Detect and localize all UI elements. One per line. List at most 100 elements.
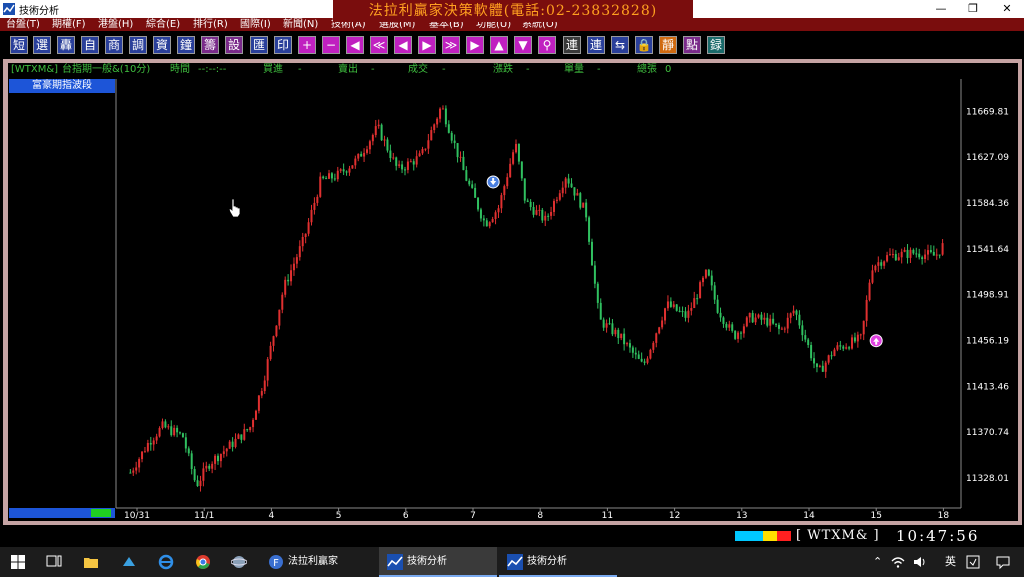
toolbar-data-button[interactable]: 資 — [153, 36, 171, 54]
candle-body — [929, 250, 932, 252]
ferrari-app-icon: F — [269, 555, 283, 569]
toolbar-signal-button[interactable]: 轟 — [57, 36, 75, 54]
file-explorer-icon[interactable] — [83, 554, 99, 570]
toolbar-clock-button[interactable]: 鐘 — [177, 36, 195, 54]
candle-body — [482, 218, 485, 221]
toolbar-zoom-out-button[interactable]: − — [322, 36, 340, 54]
candle-body — [874, 265, 877, 271]
toolbar-export-button[interactable]: 匯 — [250, 36, 268, 54]
candle-body — [900, 251, 903, 258]
svg-text:F: F — [273, 558, 279, 569]
candle-body — [281, 294, 284, 310]
toolbar-link-button[interactable]: 連 — [563, 36, 581, 54]
time-tick-label: 10/31 — [124, 511, 150, 521]
close-button[interactable]: ✕ — [992, 0, 1022, 18]
candle-body — [222, 451, 225, 454]
menu-ranking[interactable]: 排行(R) — [193, 18, 228, 31]
candle-body — [313, 202, 316, 210]
candlestick-chart[interactable]: 11669.81 11627.09 11584.36 11541.64 11498.91… — [8, 63, 1018, 521]
toolbar-link2-button[interactable]: 連 — [587, 36, 605, 54]
toolbar-step-right-button[interactable]: ▶ — [418, 36, 436, 54]
menu-futures-options[interactable]: 期權(F) — [52, 18, 86, 31]
candle-body — [780, 328, 783, 330]
candle-body — [713, 285, 716, 300]
toolbar-down-button[interactable]: ▼ — [514, 36, 532, 54]
candle-body — [345, 171, 348, 173]
toolbar-short-button[interactable]: 短 — [10, 36, 28, 54]
notification-icon[interactable] — [995, 554, 1011, 570]
toolbar-custom-button[interactable]: 自 — [81, 36, 99, 54]
toolbar-step-left-button[interactable]: ◀ — [394, 36, 412, 54]
chart-panel[interactable]: [WTXM&] 台指期一般&(10分) 時間 --:--:-- 買進 - 賣出 … — [8, 63, 1018, 521]
toolbar-print-button[interactable]: 印 — [274, 36, 292, 54]
menu-taiwan[interactable]: 台盤(T) — [6, 18, 40, 31]
minimize-button[interactable]: — — [926, 0, 956, 18]
toolbar-lock-button[interactable]: 🔒 — [635, 36, 653, 54]
toolbar-chips-button[interactable]: 籌 — [201, 36, 219, 54]
toolbar-record-button[interactable]: 録 — [707, 36, 725, 54]
menu-news[interactable]: 新聞(N) — [283, 18, 318, 31]
toolbar-zoom-in-button[interactable]: + — [298, 36, 316, 54]
toolbar-settings-button[interactable]: 設 — [225, 36, 243, 54]
chrome-icon[interactable] — [195, 554, 211, 570]
wifi-icon[interactable] — [890, 554, 906, 570]
toolbar-commodity-button[interactable]: 商 — [105, 36, 123, 54]
price-tick-label: 11584.36 — [966, 199, 1009, 209]
candle-body — [813, 358, 816, 364]
toolbar-static-button[interactable]: 靜 — [659, 36, 677, 54]
toolbar-up-button[interactable]: ▲ — [490, 36, 508, 54]
volume-icon[interactable] — [912, 554, 928, 570]
indicator-selector-bar[interactable] — [9, 508, 115, 518]
candle-body — [208, 465, 211, 469]
candle-body — [739, 332, 742, 334]
internet-explorer-icon[interactable] — [158, 554, 174, 570]
menu-hongkong[interactable]: 港盤(H) — [98, 18, 133, 31]
toolbar-search-button[interactable]: ⚲ — [538, 36, 556, 54]
browser-icon[interactable] — [231, 554, 247, 570]
candle-body — [243, 429, 246, 440]
candle-body — [877, 262, 880, 266]
candle-body — [401, 164, 404, 170]
sell-signal-icon[interactable] — [486, 175, 500, 189]
toolbar-fast-right-button[interactable]: ≫ — [442, 36, 460, 54]
app-shortcut-icon[interactable] — [121, 554, 137, 570]
menu-international[interactable]: 國際(I) — [240, 18, 271, 31]
candle-body — [888, 254, 891, 256]
candle-body — [497, 208, 500, 213]
toolbar-right-button[interactable]: ▶ — [466, 36, 484, 54]
buy-signal-icon[interactable] — [869, 334, 883, 348]
candle-body — [535, 210, 538, 215]
input-method-icon[interactable] — [965, 554, 981, 570]
menu-composite[interactable]: 綜合(E) — [146, 18, 180, 31]
taskbar-item-tech-analysis[interactable]: 技術分析 — [499, 547, 617, 577]
toolbar-point-button[interactable]: 點 — [683, 36, 701, 54]
candle-body — [646, 358, 649, 363]
windows-start-icon[interactable] — [10, 554, 26, 570]
toolbar-swap-button[interactable]: ⇆ — [611, 36, 629, 54]
toolbar-fast-left-button[interactable]: ≪ — [370, 36, 388, 54]
tray-chevron-up-icon[interactable]: ⌃ — [873, 547, 882, 577]
taskbar-item-ferrari[interactable]: F 法拉利贏家 — [262, 547, 376, 577]
candle-body — [544, 215, 547, 221]
candle-body — [681, 311, 684, 313]
candle-body — [742, 326, 745, 334]
candle-body — [479, 209, 482, 219]
toolbar-left-button[interactable]: ◀ — [346, 36, 364, 54]
vendor-banner: 法拉利贏家決策軟體(電話:02-23832828) — [333, 0, 693, 22]
candle-body — [626, 343, 629, 345]
ime-indicator[interactable]: 英 — [945, 547, 956, 577]
candle-body — [789, 313, 792, 318]
candle-body — [316, 196, 319, 203]
task-view-icon[interactable] — [46, 554, 62, 570]
candle-body — [143, 451, 146, 453]
taskbar-item-tech-analysis-active[interactable]: 技術分析 — [379, 547, 497, 577]
candle-body — [240, 434, 243, 440]
candle-body — [655, 333, 658, 343]
candle-body — [839, 345, 842, 347]
maximize-button[interactable]: ❐ — [958, 0, 988, 18]
candle-body — [319, 176, 322, 197]
toolbar-select-button[interactable]: 選 — [33, 36, 51, 54]
toolbar-adjust-button[interactable]: 調 — [129, 36, 147, 54]
candle-body — [322, 176, 325, 179]
candle-body — [412, 161, 415, 165]
